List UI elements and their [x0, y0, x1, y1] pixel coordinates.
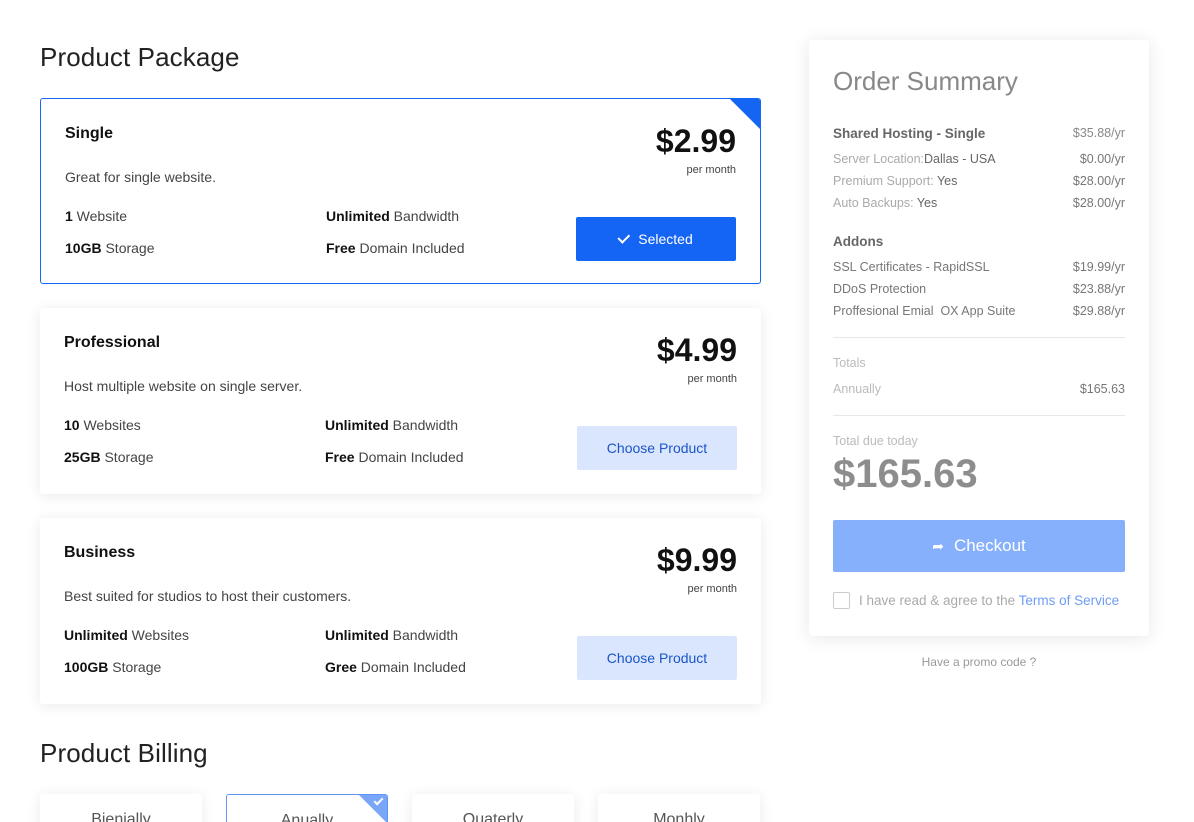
addon-value: $23.88/yr — [1072, 282, 1125, 296]
billing-option-anually[interactable]: Anually — [226, 794, 388, 822]
terms-checkbox[interactable] — [833, 592, 850, 609]
summary-option-row: Auto Backups: Yes $28.00/yr — [833, 196, 1125, 210]
package-description: Host multiple website on single server. — [64, 378, 303, 394]
checkout-button[interactable]: ➦ Checkout — [833, 520, 1125, 572]
summary-option-row: Server Location:Dallas - USA $0.00/yr — [833, 152, 1125, 166]
divider — [833, 415, 1125, 416]
share-arrow-icon: ➦ — [932, 537, 944, 554]
billing-option-label: Anually — [280, 812, 334, 822]
checkout-label: Checkout — [953, 536, 1026, 555]
feature-storage: 100GB Storage — [64, 659, 162, 675]
option-label: Auto Backups: — [833, 196, 917, 210]
divider — [833, 337, 1125, 338]
addon-value: $19.99/yr — [1072, 260, 1125, 274]
package-price: $2.99 — [655, 123, 736, 159]
annual-total-row: Annually $165.63 — [833, 382, 1125, 396]
terms-agreement: I have read & agree to the Terms of Serv… — [833, 592, 1119, 609]
feature-websites: Unlimited Websites — [64, 627, 189, 643]
terms-of-service-link[interactable]: Terms of Service — [1019, 593, 1120, 608]
package-description: Great for single website. — [65, 169, 216, 185]
billing-option-bienially[interactable]: Bienially — [40, 794, 202, 822]
product-billing-title: Product Billing — [40, 738, 208, 768]
billing-option-quaterly[interactable]: Quaterly — [412, 794, 574, 822]
addons-title: Addons — [833, 234, 884, 249]
addon-value: $29.88/yr — [1072, 304, 1125, 318]
feature-domain: Free Domain Included — [326, 240, 465, 256]
feature-bandwidth: Unlimited Bandwidth — [325, 627, 459, 643]
package-card-single[interactable]: Single Great for single website. 1 Websi… — [40, 98, 761, 284]
summary-plan-label: Shared Hosting - Single — [833, 126, 986, 141]
billing-option-monhly[interactable]: Monhly — [598, 794, 760, 822]
addon-row: DDoS Protection $23.88/yr — [833, 282, 1125, 296]
choose-product-button[interactable]: Choose Product — [577, 636, 737, 680]
button-label: Selected — [638, 231, 693, 247]
choose-product-button[interactable]: Choose Product — [577, 426, 737, 470]
package-description: Best suited for studios to host their cu… — [64, 588, 352, 604]
addon-row: Proffesional Emial OX App Suite $29.88/y… — [833, 304, 1125, 318]
selected-button[interactable]: Selected — [576, 217, 736, 261]
option-value: $28.00/yr — [1072, 174, 1125, 188]
addon-label: SSL Certificates - RapidSSL — [833, 260, 990, 274]
package-price-period: per month — [686, 164, 736, 176]
order-summary-title: Order Summary — [833, 66, 1018, 96]
package-name: Professional — [64, 334, 161, 351]
addon-label: DDoS Protection — [833, 282, 927, 296]
package-card-professional[interactable]: Professional Host multiple website on si… — [40, 308, 761, 494]
agree-text: I have read & agree to the — [859, 593, 1019, 608]
option-label: Premium Support: — [833, 174, 937, 188]
addon-label: Proffesional Emial OX App Suite — [833, 304, 1016, 318]
package-price-period: per month — [687, 583, 737, 595]
addon-row: SSL Certificates - RapidSSL $19.99/yr — [833, 260, 1125, 274]
package-price-period: per month — [687, 373, 737, 385]
summary-option-row: Premium Support: Yes $28.00/yr — [833, 174, 1125, 188]
option-value: $28.00/yr — [1072, 196, 1125, 210]
feature-storage: 10GB Storage — [65, 240, 155, 256]
feature-websites: 10 Websites — [64, 417, 141, 433]
summary-plan-row: Shared Hosting - Single $35.88/yr — [833, 126, 1125, 141]
terms-text: I have read & agree to the Terms of Serv… — [859, 593, 1119, 608]
package-price: $9.99 — [656, 542, 737, 578]
option-detail: Yes — [916, 196, 938, 210]
option-detail: Yes — [936, 174, 958, 188]
feature-websites: 1 Website — [65, 208, 128, 224]
feature-storage: 25GB Storage — [64, 449, 154, 465]
feature-domain: Free Domain Included — [325, 449, 464, 465]
option-detail: Dallas - USA — [924, 152, 996, 166]
promo-code-link[interactable]: Have a promo code ? — [809, 655, 1149, 669]
summary-plan-value: $35.88/yr — [1072, 126, 1125, 140]
feature-bandwidth: Unlimited Bandwidth — [325, 417, 459, 433]
totals-label: Totals — [833, 356, 866, 370]
total-due-value: $165.63 — [833, 452, 978, 496]
total-due-label: Total due today — [833, 434, 918, 448]
option-label: Server Location: — [833, 152, 925, 166]
package-card-business[interactable]: Business Best suited for studios to host… — [40, 518, 761, 704]
feature-domain: Gree Domain Included — [325, 659, 466, 675]
check-icon — [617, 230, 631, 244]
package-price: $4.99 — [656, 332, 737, 368]
annually-label: Annually — [833, 382, 881, 396]
feature-bandwidth: Unlimited Bandwidth — [326, 208, 460, 224]
package-name: Business — [64, 544, 136, 561]
package-name: Single — [65, 125, 114, 142]
option-value: $0.00/yr — [1079, 152, 1125, 166]
order-summary: Order Summary Shared Hosting - Single $3… — [809, 40, 1149, 636]
product-package-title: Product Package — [40, 42, 240, 72]
annually-value: $165.63 — [1079, 382, 1125, 396]
